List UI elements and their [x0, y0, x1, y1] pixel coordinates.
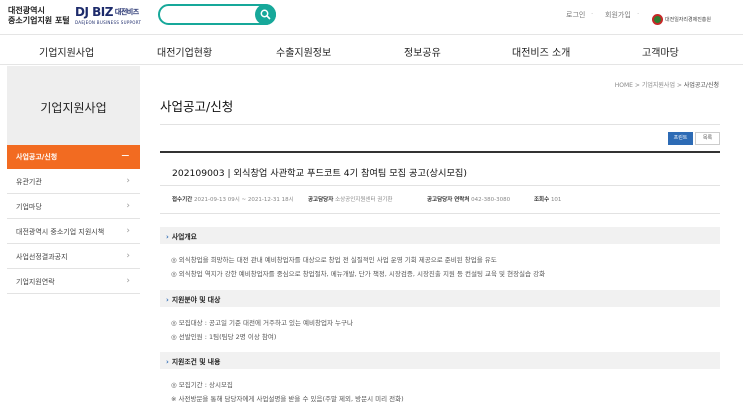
- util-separator: ·: [591, 10, 594, 18]
- sidebar-item-bizinfo[interactable]: 기업마당 ›: [7, 195, 140, 219]
- meta-period: 접수기간 2021-09-13 09시 ~ 2021-12-31 18시: [172, 195, 294, 203]
- chevron-right-icon: ›: [126, 226, 130, 236]
- logo-line-1: 대전광역시: [8, 6, 45, 15]
- djbiz-logo[interactable]: DJ BIZ 대전비즈 DAEJEON BUSINESS SUPPORT: [75, 5, 141, 25]
- sidebar-item-label: 기업마당: [16, 203, 42, 211]
- meta-views: 조회수 101: [534, 195, 561, 203]
- section-body-line: ◎ 선발인원 : 1팀(팀당 2명 이상 참여): [171, 333, 277, 341]
- breadcrumb-level1[interactable]: 기업지원사업: [642, 82, 675, 89]
- main-navigation: 기업지원사업 대전기업현황 수출지원정보 정보공유 대전비즈 소개 고객마당: [0, 34, 743, 65]
- sidebar-title: 기업지원사업: [40, 101, 107, 115]
- minus-icon: −: [120, 149, 130, 162]
- sidebar-item-label: 기업지원연락: [16, 278, 55, 286]
- meta-value: 2021-09-13 09시 ~ 2021-12-31 18시: [194, 197, 294, 203]
- sidebar-item-support-contact[interactable]: 기업지원연락 ›: [7, 270, 140, 294]
- breadcrumb: HOME > 기업지원사업 > 사업공고/신청: [615, 80, 719, 89]
- chevron-right-icon: ›: [166, 296, 169, 304]
- meta-divider: [160, 185, 720, 186]
- meta-value: 101: [550, 197, 562, 203]
- meta-manager: 공고담당자 소상공인지원센터 권기환: [308, 195, 392, 203]
- sidebar-item-label: 사업공고/신청: [16, 153, 58, 161]
- gnb-about[interactable]: 대전비즈 소개: [512, 44, 570, 59]
- meta-label: 공고담당자 연락처: [427, 197, 470, 203]
- breadcrumb-home[interactable]: HOME: [615, 82, 633, 89]
- page-title: 사업공고/신청: [160, 99, 234, 114]
- meta-label: 접수기간: [172, 197, 193, 203]
- search-input[interactable]: [158, 4, 276, 25]
- sidebar-item-label: 대전광역시 중소기업 지원시책: [16, 228, 105, 236]
- print-button[interactable]: 프린트: [668, 132, 693, 145]
- login-link[interactable]: 로그인: [566, 10, 585, 20]
- section-heading-text: 사업개요: [171, 233, 197, 241]
- sidebar-item-label: 사업선정결과공지: [16, 253, 68, 261]
- gnb-business-support[interactable]: 기업지원사업: [39, 44, 94, 59]
- gnb-company-status[interactable]: 대전기업현황: [157, 44, 212, 59]
- gnb-info-share[interactable]: 정보공유: [404, 44, 441, 59]
- search-icon: [260, 9, 271, 20]
- meta-divider: [160, 213, 720, 214]
- djbiz-logo-kr: 대전비즈: [114, 8, 139, 16]
- djbiz-logo-text: DJ BIZ: [75, 5, 113, 19]
- section-heading-text: 지원분야 및 대상: [171, 296, 221, 304]
- sidebar-item-notice-apply[interactable]: 사업공고/신청 −: [7, 145, 140, 169]
- list-button[interactable]: 목록: [695, 132, 720, 145]
- section-heading: › 지원분야 및 대상: [160, 290, 720, 307]
- search-button[interactable]: [255, 4, 276, 25]
- chevron-right-icon: ›: [126, 201, 130, 211]
- breadcrumb-separator: >: [676, 82, 682, 89]
- chevron-right-icon: ›: [126, 276, 130, 286]
- sidebar-item-selection-results[interactable]: 사업선정결과공지 ›: [7, 245, 140, 269]
- logo-line-2: 중소기업지원 포털: [8, 16, 70, 25]
- chevron-right-icon: ›: [126, 176, 130, 186]
- sidebar-item-city-policy[interactable]: 대전광역시 중소기업 지원시책 ›: [7, 220, 140, 244]
- section-body-line: ◎ 외식창업 역지가 강한 예비창업자를 중심으로 창업절차, 메뉴개발, 단가…: [171, 270, 546, 278]
- sidebar-item-label: 유관기관: [16, 178, 42, 186]
- meta-value: 042-380-3080: [471, 197, 511, 203]
- breadcrumb-level2[interactable]: 사업공고/신청: [684, 82, 719, 89]
- join-link[interactable]: 회원가입: [605, 10, 631, 20]
- util-separator: ·: [637, 10, 640, 18]
- title-divider: [160, 124, 720, 125]
- sidebar-item-related-orgs[interactable]: 유관기관 ›: [7, 170, 140, 194]
- gnb-export-info[interactable]: 수출지원정보: [276, 44, 331, 59]
- chevron-right-icon: ›: [166, 233, 169, 241]
- section-body-line: ◎ 모집대상 : 공고일 기준 대전에 거주하고 있는 예비창업자 누구나: [171, 319, 353, 327]
- partner-emblem-icon: [652, 14, 663, 25]
- djbiz-logo-sub: DAEJEON BUSINESS SUPPORT: [75, 20, 142, 25]
- chevron-right-icon: ›: [126, 251, 130, 261]
- breadcrumb-separator: >: [634, 82, 640, 89]
- section-body-line: ◎ 외식창업을 희망하는 대전 관내 예비창업자를 대상으로 창업 전 실질적인…: [171, 256, 497, 264]
- post-title: 202109003 | 외식창업 사관학교 푸드코트 4기 참여팀 모집 공고(…: [172, 168, 467, 179]
- meta-value: 소상공인지원센터 권기환: [335, 197, 393, 203]
- partner-logo[interactable]: 대전일자리경제진흥원: [652, 9, 711, 28]
- section-body-line: ◎ 모집기간 : 상시모집: [171, 381, 233, 389]
- partner-logo-text: 대전일자리경제진흥원: [665, 17, 712, 23]
- chevron-right-icon: ›: [166, 358, 169, 366]
- daejeon-portal-logo[interactable]: 대전광역시 중소기업지원 포털: [8, 6, 70, 26]
- section-heading-text: 지원조건 및 내용: [171, 358, 221, 366]
- gnb-customer[interactable]: 고객마당: [642, 44, 679, 59]
- post-top-border: [160, 151, 720, 153]
- meta-label: 조회수: [534, 197, 550, 203]
- sidebar-title-box: 기업지원사업: [7, 66, 140, 145]
- section-heading: › 사업개요: [160, 227, 720, 244]
- meta-contact: 공고담당자 연락처 042-380-3080: [427, 195, 510, 203]
- section-heading: › 지원조건 및 내용: [160, 352, 720, 369]
- site-header: 대전광역시 중소기업지원 포털 DJ BIZ 대전비즈 DAEJEON BUSIN…: [0, 0, 743, 34]
- section-body-line: ※ 사전방문을 통해 담당자에게 사업설명을 받을 수 있음(주말 제외, 방문…: [171, 395, 404, 403]
- meta-label: 공고담당자: [308, 197, 334, 203]
